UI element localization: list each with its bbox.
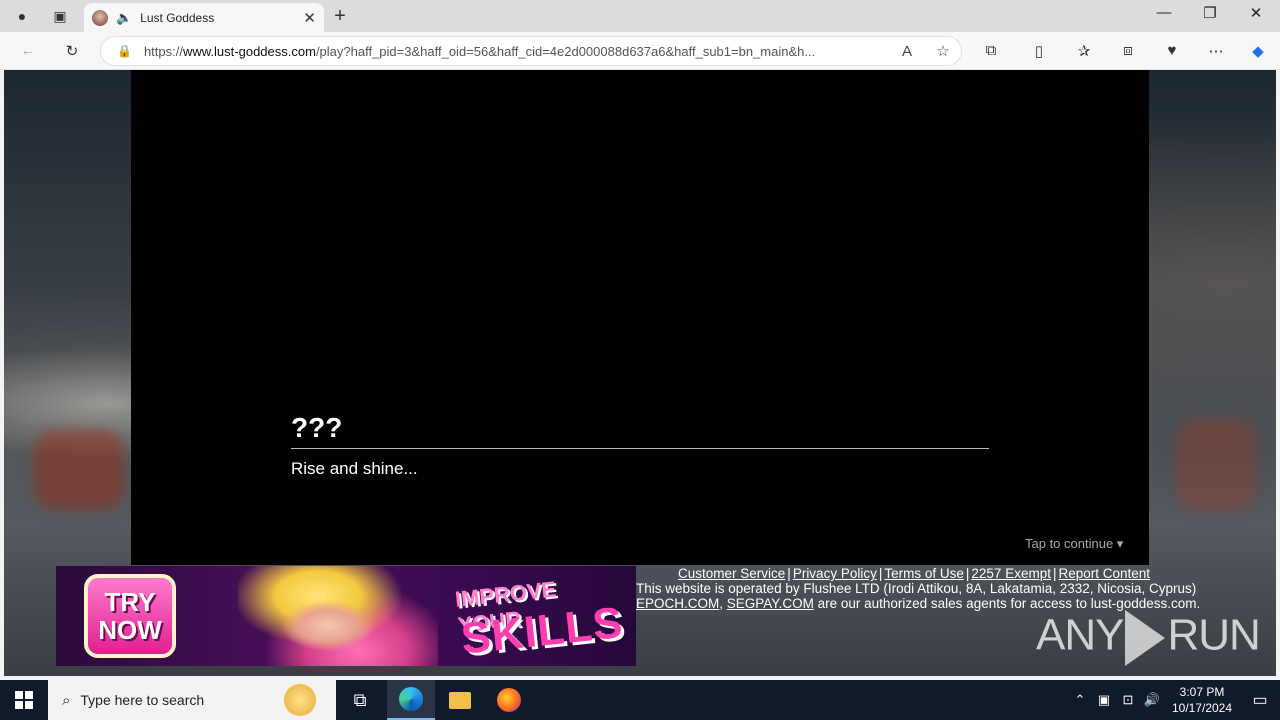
- tab-title: Lust Goddess: [140, 10, 215, 25]
- system-tray: ⌃ ▣ ⊡ 🔊 3:07 PM 10/17/2024 ▭: [1068, 680, 1280, 720]
- refresh-icon[interactable]: ↻: [61, 42, 83, 62]
- tab-lust-goddess[interactable]: 🔈 Lust Goddess ✕: [84, 3, 324, 32]
- windows-logo-icon: [15, 691, 33, 709]
- report-content-link[interactable]: Report Content: [1058, 566, 1150, 581]
- tap-to-continue[interactable]: Tap to continue ▾: [1025, 536, 1123, 552]
- comma: ,: [719, 596, 724, 611]
- epoch-link[interactable]: EPOCH.COM: [636, 596, 719, 611]
- windows-taskbar: ⌕ Type here to search ⧉ ⌃ ▣ ⊡ 🔊 3:07 PM …: [0, 680, 1280, 720]
- site-footer: Customer Service | Privacy Policy | Terms of…: [636, 566, 1276, 611]
- dialogue-divider: [291, 448, 989, 449]
- address-bar[interactable]: 🔒 https://www.lust-goddess.com/play?haff…: [100, 36, 962, 66]
- close-window-icon[interactable]: ✕: [1233, 4, 1279, 22]
- operator-text: This website is operated by Flushee LTD …: [636, 581, 1197, 596]
- clock[interactable]: 3:07 PM 10/17/2024: [1164, 684, 1240, 716]
- start-button[interactable]: [0, 680, 48, 720]
- anyrun-watermark: ANY RUN: [1036, 610, 1261, 666]
- tab-actions-icon[interactable]: ▣: [50, 6, 70, 26]
- separator: |: [787, 566, 791, 581]
- firefox-icon: [497, 688, 521, 712]
- banner-character-image: [238, 566, 438, 666]
- meet-now-icon[interactable]: ▣: [1092, 692, 1116, 708]
- page-viewport: ??? Rise and shine... Tap to continue ▾ …: [4, 70, 1276, 676]
- network-icon[interactable]: ⊡: [1116, 692, 1140, 708]
- background-decor: [34, 430, 124, 510]
- privacy-policy-link[interactable]: Privacy Policy: [793, 566, 877, 581]
- task-view-icon[interactable]: ⧉: [336, 680, 384, 720]
- background-decor: [1176, 420, 1256, 510]
- address-toolbar: ← ↻ 🔒 https://www.lust-goddess.com/play?…: [0, 32, 1280, 70]
- 2257-exempt-link[interactable]: 2257 Exempt: [971, 566, 1051, 581]
- dialogue-speaker: ???: [291, 412, 343, 443]
- url-text[interactable]: https://www.lust-goddess.com/play?haff_p…: [144, 44, 889, 59]
- now-text: NOW: [98, 615, 162, 645]
- clock-date: 10/17/2024: [1171, 701, 1233, 715]
- try-now-button[interactable]: TRY NOW: [84, 574, 176, 658]
- browser-essentials-icon[interactable]: ♥: [1161, 42, 1183, 62]
- chevron-up-icon[interactable]: ⌃: [1068, 692, 1092, 708]
- volume-icon[interactable]: 🔊: [1140, 692, 1164, 708]
- lock-icon[interactable]: 🔒: [117, 44, 132, 58]
- try-text: TRY: [104, 587, 156, 617]
- new-tab-icon[interactable]: +: [330, 5, 350, 27]
- search-icon: ⌕: [62, 691, 71, 709]
- segpay-link[interactable]: SEGPAY.COM: [727, 596, 814, 611]
- watermark-run: RUN: [1167, 610, 1260, 660]
- clock-time: 3:07 PM: [1179, 685, 1225, 699]
- notifications-icon[interactable]: ▭: [1240, 690, 1280, 710]
- read-aloud-icon[interactable]: A: [889, 43, 925, 60]
- separator: |: [1052, 566, 1057, 581]
- taskbar-edge[interactable]: [387, 680, 435, 720]
- watermark-any: ANY: [1036, 610, 1124, 660]
- footer-links: Customer Service | Privacy Policy | Terms of…: [636, 566, 1276, 581]
- sales-agents-text: EPOCH.COM, SEGPAY.COM are our authorized…: [636, 596, 1276, 611]
- back-icon[interactable]: ←: [17, 42, 39, 62]
- separator: |: [965, 566, 970, 581]
- folder-icon: [449, 691, 471, 709]
- taskbar-search[interactable]: ⌕ Type here to search: [48, 680, 336, 720]
- agents-text: are our authorized sales agents for acce…: [817, 596, 1201, 611]
- split-screen-icon[interactable]: ▯: [1028, 42, 1050, 62]
- collections-icon[interactable]: ⧈: [1117, 42, 1139, 62]
- ad-banner[interactable]: TRY NOW IMPROVE YOUR SKILLS: [56, 566, 636, 666]
- terms-of-use-link[interactable]: Terms of Use: [884, 566, 964, 581]
- restore-icon[interactable]: ❐: [1187, 4, 1233, 22]
- copilot-icon[interactable]: ◆: [1247, 42, 1269, 62]
- close-tab-icon[interactable]: ✕: [303, 9, 316, 27]
- site-favicon-icon: [92, 9, 108, 26]
- taskbar-firefox[interactable]: [485, 680, 533, 720]
- browser-tab-bar: ● ▣ 🔈 Lust Goddess ✕ + — ❐ ✕: [0, 0, 1280, 32]
- edge-icon: [399, 687, 423, 711]
- game-canvas[interactable]: ??? Rise and shine... Tap to continue ▾: [131, 70, 1149, 565]
- more-menu-icon[interactable]: ⋯: [1205, 42, 1227, 62]
- profile-icon[interactable]: ●: [12, 6, 32, 26]
- customer-service-link[interactable]: Customer Service: [678, 566, 785, 581]
- taskbar-file-explorer[interactable]: [436, 680, 484, 720]
- favorite-star-icon[interactable]: ☆: [925, 42, 961, 60]
- favorites-icon[interactable]: ✰: [1073, 42, 1095, 62]
- search-placeholder: Type here to search: [80, 692, 205, 708]
- audio-playing-icon[interactable]: 🔈: [116, 10, 132, 26]
- dialogue-text: Rise and shine...: [291, 459, 418, 478]
- play-logo-icon: [1125, 610, 1166, 666]
- search-highlight-icon: [284, 684, 316, 716]
- minimize-icon[interactable]: —: [1141, 4, 1187, 21]
- extensions-icon[interactable]: ⧉: [980, 42, 1002, 62]
- separator: |: [878, 566, 883, 581]
